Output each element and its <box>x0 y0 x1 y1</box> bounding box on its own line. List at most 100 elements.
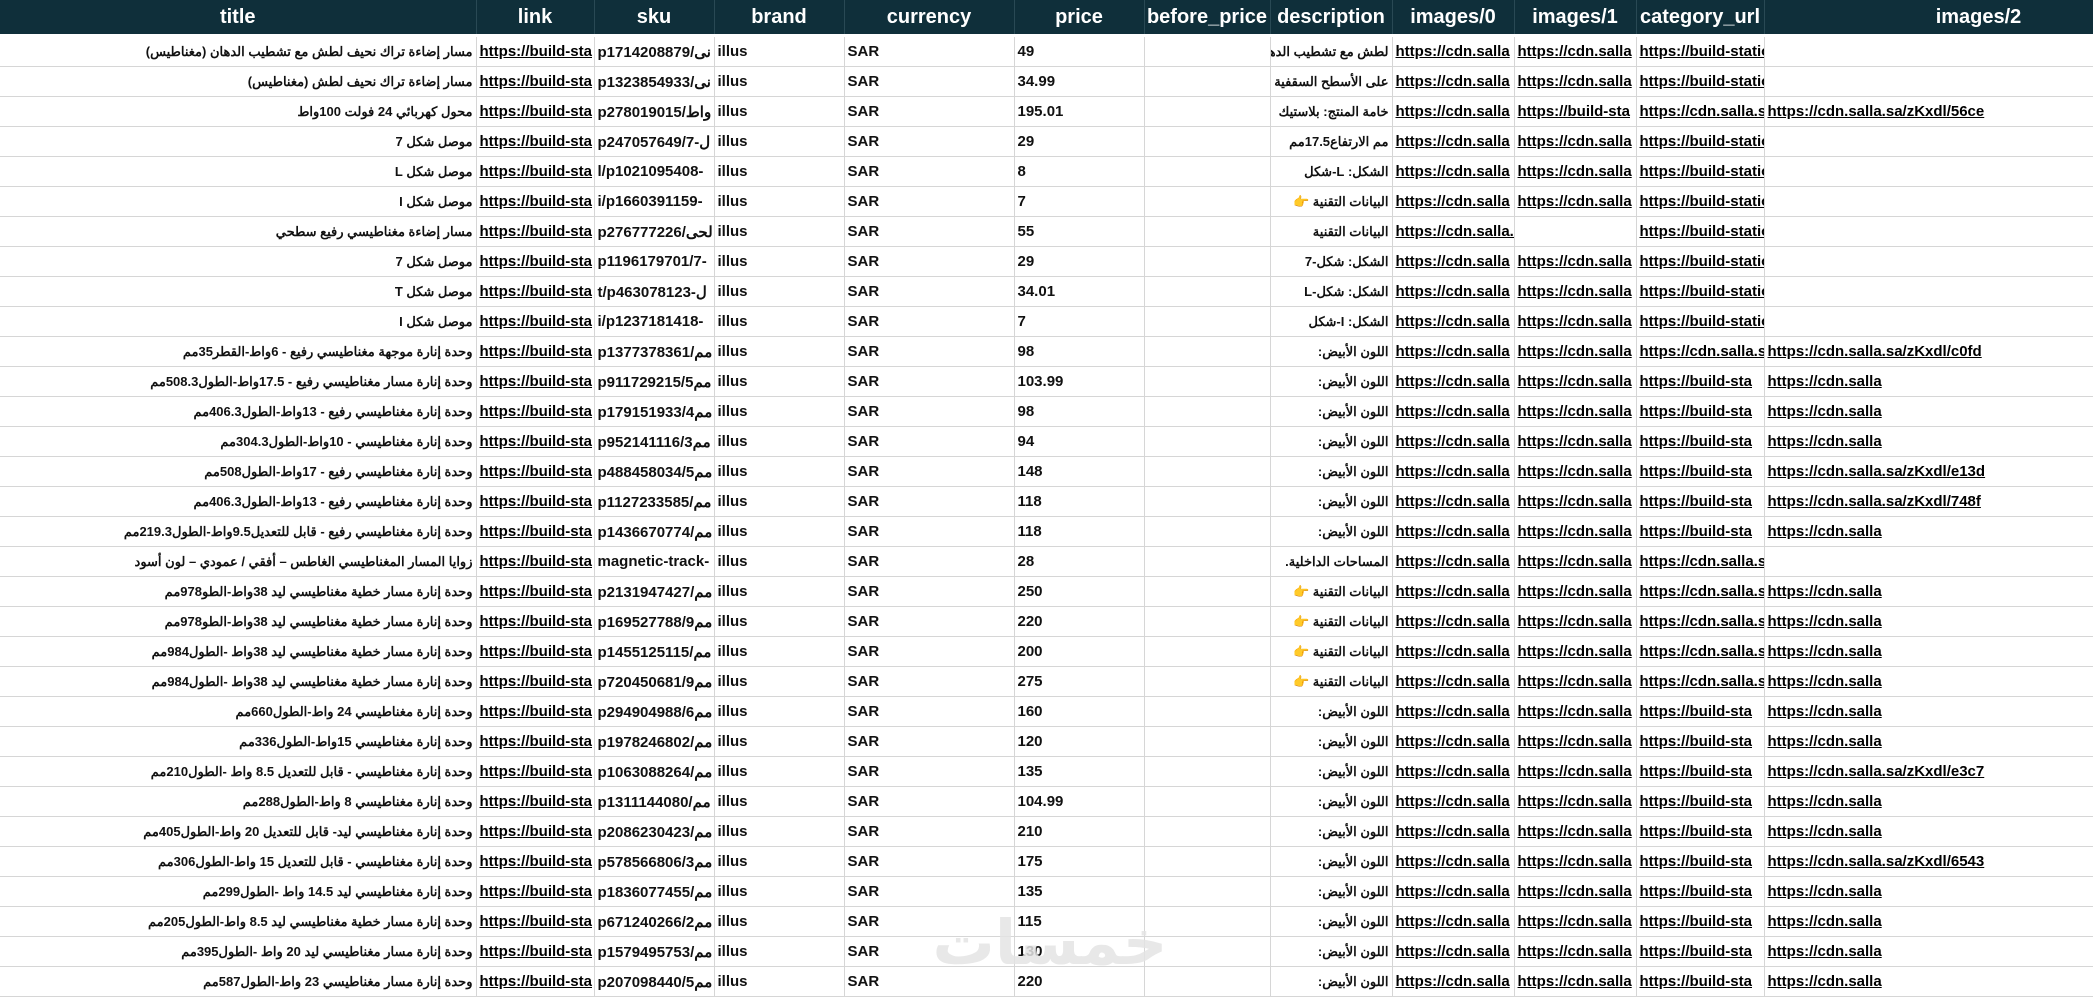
column-header[interactable]: sku <box>594 0 715 36</box>
cell-description[interactable]: الشكل: شكل-L <box>1270 276 1393 307</box>
cell-category-url[interactable]: https://build-sta <box>1636 786 1765 817</box>
column-header[interactable]: title <box>0 0 477 36</box>
cell-sku[interactable]: p278019015/واط <box>594 96 715 127</box>
cell-currency[interactable]: SAR <box>844 186 1015 217</box>
cell-image-2[interactable]: https://cdn.salla.sa/zKxdl/c0fd <box>1764 336 2093 367</box>
cell-price[interactable]: 148 <box>1014 456 1145 487</box>
table-row[interactable]: موصل شكل Thttps://build-sta t/p463078123-… <box>0 276 2093 307</box>
cell-category-url[interactable]: https://build-sta <box>1636 876 1765 907</box>
cell-description[interactable]: لطش مع تشطيب الدهان <box>1270 34 1393 67</box>
table-row[interactable]: وحدة إنارة مسار مغناطيسي رفيع - 17.5واط-… <box>0 366 2093 397</box>
cell-image-2[interactable]: https://cdn.salla <box>1764 666 2093 697</box>
cell-sku[interactable]: p1063088264/مم <box>594 756 715 787</box>
cell-category-url[interactable]: https://cdn.salla.sa/zKxdl/28a54fa6-a486… <box>1636 546 1765 577</box>
cell-image-2[interactable] <box>1764 126 2093 157</box>
cell-image-0[interactable]: https://cdn.salla <box>1392 756 1515 787</box>
cell-description[interactable]: على الأسطح السقفية <box>1270 66 1393 97</box>
cell-title[interactable]: وحدة إنارة مسار مغناطيسي رفيع - 17.5واط-… <box>0 366 477 397</box>
cell-link[interactable]: https://build-sta <box>476 966 595 997</box>
cell-currency[interactable]: SAR <box>844 756 1015 787</box>
cell-link[interactable]: https://build-sta <box>476 876 595 907</box>
table-row[interactable]: وحدة إنارة مغناطيسي رفيع - 17واط-الطول50… <box>0 456 2093 487</box>
cell-image-1[interactable]: https://build-sta <box>1514 96 1637 127</box>
cell-sku[interactable]: p1455125115/مم <box>594 636 715 667</box>
cell-link[interactable]: https://build-sta <box>476 336 595 367</box>
cell-brand[interactable]: illus <box>714 456 845 487</box>
table-row[interactable]: وحدة إنارة موجهة مغناطيسي رفيع - 6واط-ال… <box>0 336 2093 367</box>
cell-brand[interactable]: illus <box>714 66 845 97</box>
cell-image-2[interactable] <box>1764 186 2093 217</box>
cell-before-price[interactable] <box>1144 96 1271 127</box>
cell-brand[interactable]: illus <box>714 966 845 997</box>
cell-image-1[interactable]: https://cdn.salla <box>1514 306 1637 337</box>
cell-description[interactable]: الشكل: شكل-7 <box>1270 246 1393 277</box>
cell-before-price[interactable] <box>1144 456 1271 487</box>
cell-image-1[interactable]: https://cdn.salla <box>1514 816 1637 847</box>
cell-link[interactable]: https://build-sta <box>476 276 595 307</box>
cell-title[interactable]: مسار إضاءة تراك نحيف لطش مع تشطيب الدهان… <box>0 34 477 67</box>
cell-before-price[interactable] <box>1144 486 1271 517</box>
cell-image-2[interactable] <box>1764 216 2093 247</box>
cell-image-1[interactable]: https://cdn.salla <box>1514 786 1637 817</box>
table-row[interactable]: وحدة إنارة مغناطيسي رفيع - 13واط-الطول40… <box>0 396 2093 427</box>
cell-brand[interactable]: illus <box>714 34 845 67</box>
cell-image-0[interactable]: https://cdn.salla <box>1392 126 1515 157</box>
table-row[interactable]: مسار إضاءة تراك نحيف لطش مع تشطيب الدهان… <box>0 34 2093 67</box>
cell-description[interactable]: البيانات التقنية 👉 <box>1270 636 1393 667</box>
cell-currency[interactable]: SAR <box>844 696 1015 727</box>
table-row[interactable]: وحدة إنارة مغناطيسي - قابل للتعديل 15 وا… <box>0 846 2093 877</box>
cell-sku[interactable]: p1377378361/مم <box>594 336 715 367</box>
cell-brand[interactable]: illus <box>714 186 845 217</box>
cell-image-2[interactable]: https://cdn.salla <box>1764 726 2093 757</box>
cell-price[interactable]: 160 <box>1014 696 1145 727</box>
table-row[interactable]: موصل شكل Ihttps://build-sta i/p1660391159… <box>0 186 2093 217</box>
cell-description[interactable]: اللون الأبيض: <box>1270 906 1393 937</box>
cell-description[interactable]: الشكل: I-شكل <box>1270 306 1393 337</box>
cell-brand[interactable]: illus <box>714 936 845 967</box>
table-row[interactable]: وحدة إنارة مغناطيسي رفيع - 13واط-الطول40… <box>0 486 2093 517</box>
cell-description[interactable]: مم الارتفاع17.5مم <box>1270 126 1393 157</box>
cell-currency[interactable]: SAR <box>844 966 1015 997</box>
cell-brand[interactable]: illus <box>714 786 845 817</box>
cell-before-price[interactable] <box>1144 426 1271 457</box>
table-row[interactable]: وحدة إنارة مسار مغناطيسي 23 واط-الطول587… <box>0 966 2093 997</box>
cell-title[interactable]: موصل شكل I <box>0 186 477 217</box>
cell-title[interactable]: وحدة إنارة مسار مغناطيسي 23 واط-الطول587… <box>0 966 477 997</box>
cell-image-2[interactable] <box>1764 246 2093 277</box>
cell-before-price[interactable] <box>1144 336 1271 367</box>
cell-currency[interactable]: SAR <box>844 456 1015 487</box>
cell-image-2[interactable]: https://cdn.salla <box>1764 966 2093 997</box>
cell-sku[interactable]: p1311144080/مم <box>594 786 715 817</box>
cell-brand[interactable]: illus <box>714 606 845 637</box>
cell-category-url[interactable]: https://build-sta <box>1636 726 1765 757</box>
cell-price[interactable]: 8 <box>1014 156 1145 187</box>
cell-image-0[interactable]: https://cdn.salla <box>1392 66 1515 97</box>
cell-brand[interactable]: illus <box>714 156 845 187</box>
table-row[interactable]: وحدة إنارة مغناطيسي ليد 14.5 واط -الطول2… <box>0 876 2093 907</box>
table-row[interactable]: وحدة إنارة مغناطيسي ليد- قابل للتعديل 20… <box>0 816 2093 847</box>
cell-before-price[interactable] <box>1144 276 1271 307</box>
cell-currency[interactable]: SAR <box>844 486 1015 517</box>
cell-currency[interactable]: SAR <box>844 936 1015 967</box>
cell-currency[interactable]: SAR <box>844 546 1015 577</box>
cell-category-url[interactable]: https://build-sta <box>1636 756 1765 787</box>
cell-price[interactable]: 34.01 <box>1014 276 1145 307</box>
cell-description[interactable]: اللون الأبيض: <box>1270 696 1393 727</box>
column-header[interactable]: category_url <box>1636 0 1765 36</box>
cell-currency[interactable]: SAR <box>844 216 1015 247</box>
cell-link[interactable]: https://build-sta <box>476 96 595 127</box>
cell-title[interactable]: وحدة إنارة مسار خطية مغناطيسي ليد 8.5 وا… <box>0 906 477 937</box>
cell-brand[interactable]: illus <box>714 636 845 667</box>
cell-brand[interactable]: illus <box>714 96 845 127</box>
cell-price[interactable]: 135 <box>1014 756 1145 787</box>
cell-price[interactable]: 29 <box>1014 246 1145 277</box>
cell-title[interactable]: وحدة إنارة مغناطيسي رفيع - 13واط-الطول40… <box>0 486 477 517</box>
cell-category-url[interactable]: https://build-station.com/ar/%D8%A7%D8%B… <box>1636 66 1765 97</box>
table-row[interactable]: موصل شكل 7 https://build-sta p1196179701/7… <box>0 246 2093 277</box>
cell-description[interactable]: اللون الأبيض: <box>1270 876 1393 907</box>
cell-category-url[interactable]: https://build-station.com/ar/%D8%A7%D8%B… <box>1636 34 1765 67</box>
cell-category-url[interactable]: https://build-station.com/ar/%D8%A7%D8%B… <box>1636 246 1765 277</box>
cell-currency[interactable]: SAR <box>844 876 1015 907</box>
cell-image-1[interactable]: https://cdn.salla <box>1514 936 1637 967</box>
cell-link[interactable]: https://build-sta <box>476 396 595 427</box>
